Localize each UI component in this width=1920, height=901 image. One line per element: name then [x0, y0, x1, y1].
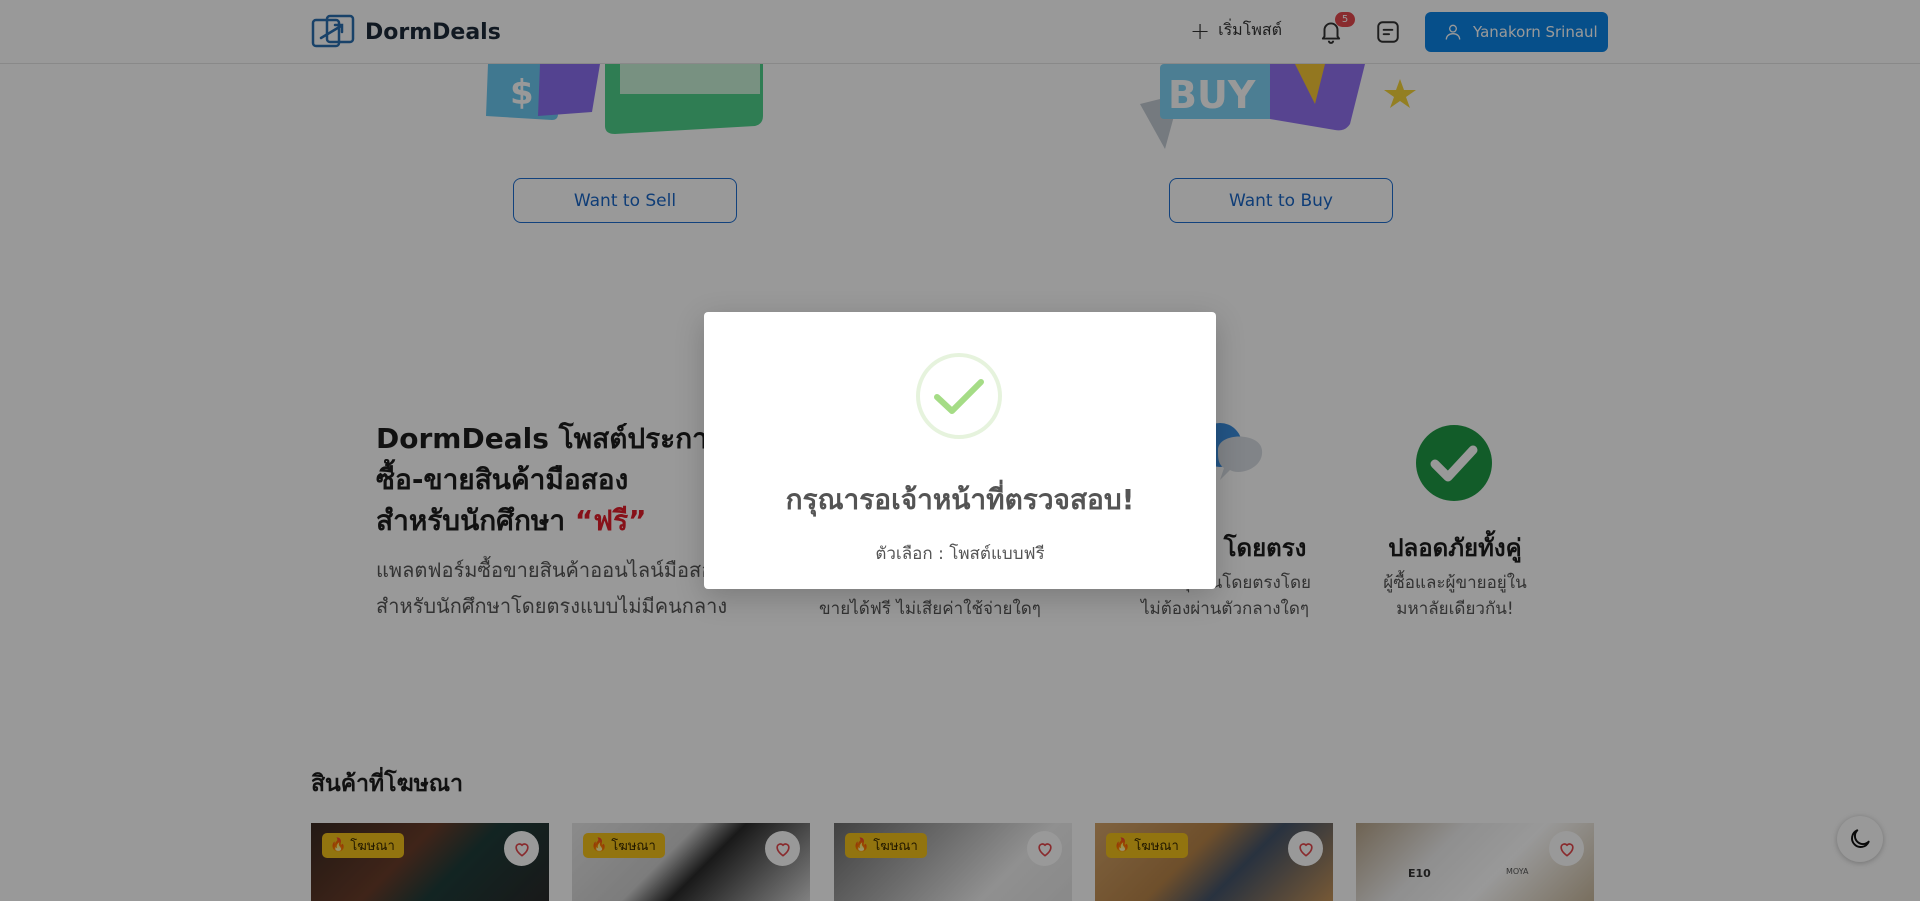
- success-check-icon: [916, 353, 1002, 439]
- success-dialog: กรุณารอเจ้าหน้าที่ตรวจสอบ! ตัวเลือก : โพ…: [704, 312, 1216, 589]
- dialog-subtitle: ตัวเลือก : โพสต์แบบฟรี: [875, 544, 1045, 564]
- dialog-title: กรุณารอเจ้าหน้าที่ตรวจสอบ!: [785, 483, 1135, 516]
